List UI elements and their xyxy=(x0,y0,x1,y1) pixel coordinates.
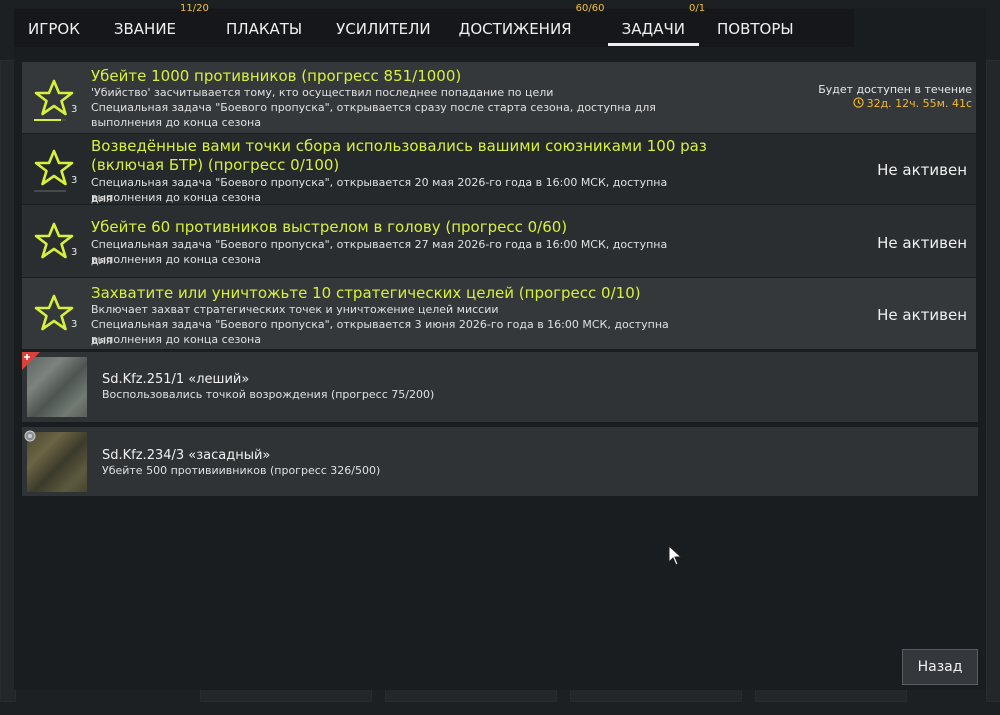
vehicle-thumbnail xyxy=(27,432,87,492)
task-title-line: (включая БТР) (прогресс 0/100) xyxy=(91,156,340,174)
task-title-line: Возведённые вами точки сбора использовал… xyxy=(91,137,707,155)
tab-boosters[interactable]: УСИЛИТЕЛИ xyxy=(322,9,444,47)
task-level: 3 xyxy=(71,175,78,186)
tab-label: УСИЛИТЕЛИ xyxy=(336,20,431,38)
unit-task: Воспользовались точкой возрождения (прог… xyxy=(102,388,435,401)
tab-label: ЗВАНИЕ xyxy=(113,20,177,38)
tab-badge: 60/60 xyxy=(575,3,605,14)
task-title: Убейте 1000 противников (прогресс 851/10… xyxy=(91,67,462,85)
task-description: выполнения до конца сезона xyxy=(91,191,261,204)
unit-task-row[interactable]: Sd.Kfz.251/1 «леший» Воспользовались точ… xyxy=(22,352,978,422)
task-progress-track xyxy=(34,190,66,192)
task-description: 'Убийство' засчитывается тому, кто осуще… xyxy=(91,86,554,99)
timer-text: 32д. 12ч. 55м. 41с xyxy=(866,97,972,110)
unit-name: Sd.Kfz.251/1 «леший» xyxy=(102,372,250,387)
star-icon xyxy=(34,294,74,331)
task-level: 3 xyxy=(71,104,78,115)
task-level: 3 xyxy=(71,319,78,330)
tab-rank[interactable]: ЗВАНИЕ 11/20 xyxy=(100,3,209,47)
tab-label: ИГРОК xyxy=(28,20,80,38)
task-row[interactable]: 3 Убейте 60 противников выстрелом в голо… xyxy=(22,205,976,277)
task-status: Не активен xyxy=(877,306,967,324)
tab-label: ДОСТИЖЕНИЯ xyxy=(458,20,572,38)
task-description: выполнения до конца сезона xyxy=(91,333,261,346)
task-progress-fill xyxy=(34,119,62,121)
star-icon xyxy=(34,79,74,116)
mouse-cursor-icon xyxy=(668,545,683,566)
task-description: Включает захват стратегических точек и у… xyxy=(91,303,499,316)
tab-achievements[interactable]: ДОСТИЖЕНИЯ 60/60 xyxy=(445,3,605,47)
task-status: Не активен xyxy=(877,161,967,179)
task-description: выполнения до конца сезона xyxy=(91,253,261,266)
task-status: Не активен xyxy=(877,234,967,252)
back-button[interactable]: Назад xyxy=(902,649,978,685)
tab-player[interactable]: ИГРОК xyxy=(14,9,94,47)
task-row[interactable]: 3 Возведённые вами точки сбора использов… xyxy=(22,134,976,205)
availability-label: Будет доступен в течение xyxy=(818,83,972,96)
tab-bar: ИГРОК ЗВАНИЕ 11/20 ПЛАКАТЫ УСИЛИТЕЛИ ДОСТ… xyxy=(14,3,854,47)
unit-name: Sd.Kfz.234/3 «засадный» xyxy=(102,448,271,463)
task-title: Захватите или уничтожьте 10 стратегическ… xyxy=(91,284,641,302)
task-description: Специальная задача "Боевого пропуска", о… xyxy=(91,101,656,114)
unit-task-row[interactable]: Sd.Kfz.234/3 «засадный» Убейте 500 проти… xyxy=(22,427,978,496)
tab-badge: 11/20 xyxy=(180,3,209,14)
unit-task: Убейте 500 противиивников (прогресс 326/… xyxy=(102,464,381,477)
star-icon xyxy=(34,149,74,186)
tab-tasks[interactable]: ЗАДАЧИ 0/1 xyxy=(607,3,705,47)
task-row[interactable]: 3 Захватите или уничтожьте 10 стратегиче… xyxy=(22,278,976,349)
availability-timer: 32д. 12ч. 55м. 41с xyxy=(818,97,972,111)
star-icon xyxy=(34,222,74,259)
squad-badge-icon xyxy=(22,352,40,370)
task-description: выполнения до конца сезона xyxy=(91,116,261,129)
availability: Будет доступен в течение 32д. 12ч. 55м. … xyxy=(818,83,972,111)
task-progress-track xyxy=(34,119,66,121)
tab-label: ПЛАКАТЫ xyxy=(226,20,303,38)
task-title: Возведённые вами точки сбора использовал… xyxy=(91,137,711,175)
medal-icon xyxy=(24,430,36,442)
task-level: 3 xyxy=(71,247,78,258)
tab-replays[interactable]: ПОВТОРЫ xyxy=(703,9,808,47)
clock-icon xyxy=(852,97,864,108)
tab-label: ЗАДАЧИ xyxy=(621,20,685,38)
task-title: Убейте 60 противников выстрелом в голову… xyxy=(91,218,568,236)
task-row[interactable]: 3 Убейте 1000 противников (прогресс 851/… xyxy=(22,62,976,133)
tab-posters[interactable]: ПЛАКАТЫ xyxy=(212,9,316,47)
tab-label: ПОВТОРЫ xyxy=(716,20,794,38)
